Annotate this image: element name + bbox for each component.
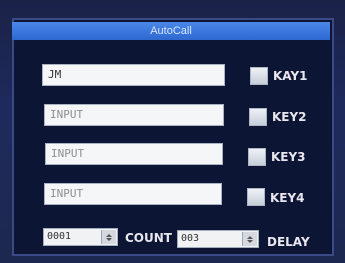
delay-label: DELAY xyxy=(267,235,310,249)
count-spinbox[interactable]: 0001 xyxy=(43,228,118,246)
key4-text-input[interactable]: INPUT xyxy=(44,183,222,205)
count-spin-buttons[interactable] xyxy=(101,230,116,244)
key2-text-input[interactable]: INPUT xyxy=(44,104,224,126)
key3-label: KEY3 xyxy=(271,150,306,164)
delay-spinbox[interactable]: 003 xyxy=(177,230,259,248)
key2-checkbox[interactable] xyxy=(249,108,267,126)
spin-down-icon[interactable] xyxy=(247,239,253,243)
key3-text-input[interactable]: INPUT xyxy=(45,143,223,165)
spin-up-icon[interactable] xyxy=(106,233,112,237)
key1-text-input[interactable]: JM xyxy=(42,64,225,86)
count-label: COUNT xyxy=(125,231,172,245)
key2-label: KEY2 xyxy=(272,110,307,124)
delay-value: 003 xyxy=(181,233,200,244)
dialog-frame xyxy=(12,18,334,256)
spin-down-icon[interactable] xyxy=(106,237,112,241)
delay-spin-buttons[interactable] xyxy=(242,232,257,246)
title-bar: AutoCall xyxy=(12,22,330,40)
key4-label: KEY4 xyxy=(270,191,305,205)
key4-checkbox[interactable] xyxy=(247,188,265,206)
spin-up-icon[interactable] xyxy=(247,235,253,239)
key3-checkbox[interactable] xyxy=(248,148,266,166)
count-value: 0001 xyxy=(47,231,72,242)
key1-label: KAY1 xyxy=(273,69,308,83)
key1-checkbox[interactable] xyxy=(250,67,268,85)
